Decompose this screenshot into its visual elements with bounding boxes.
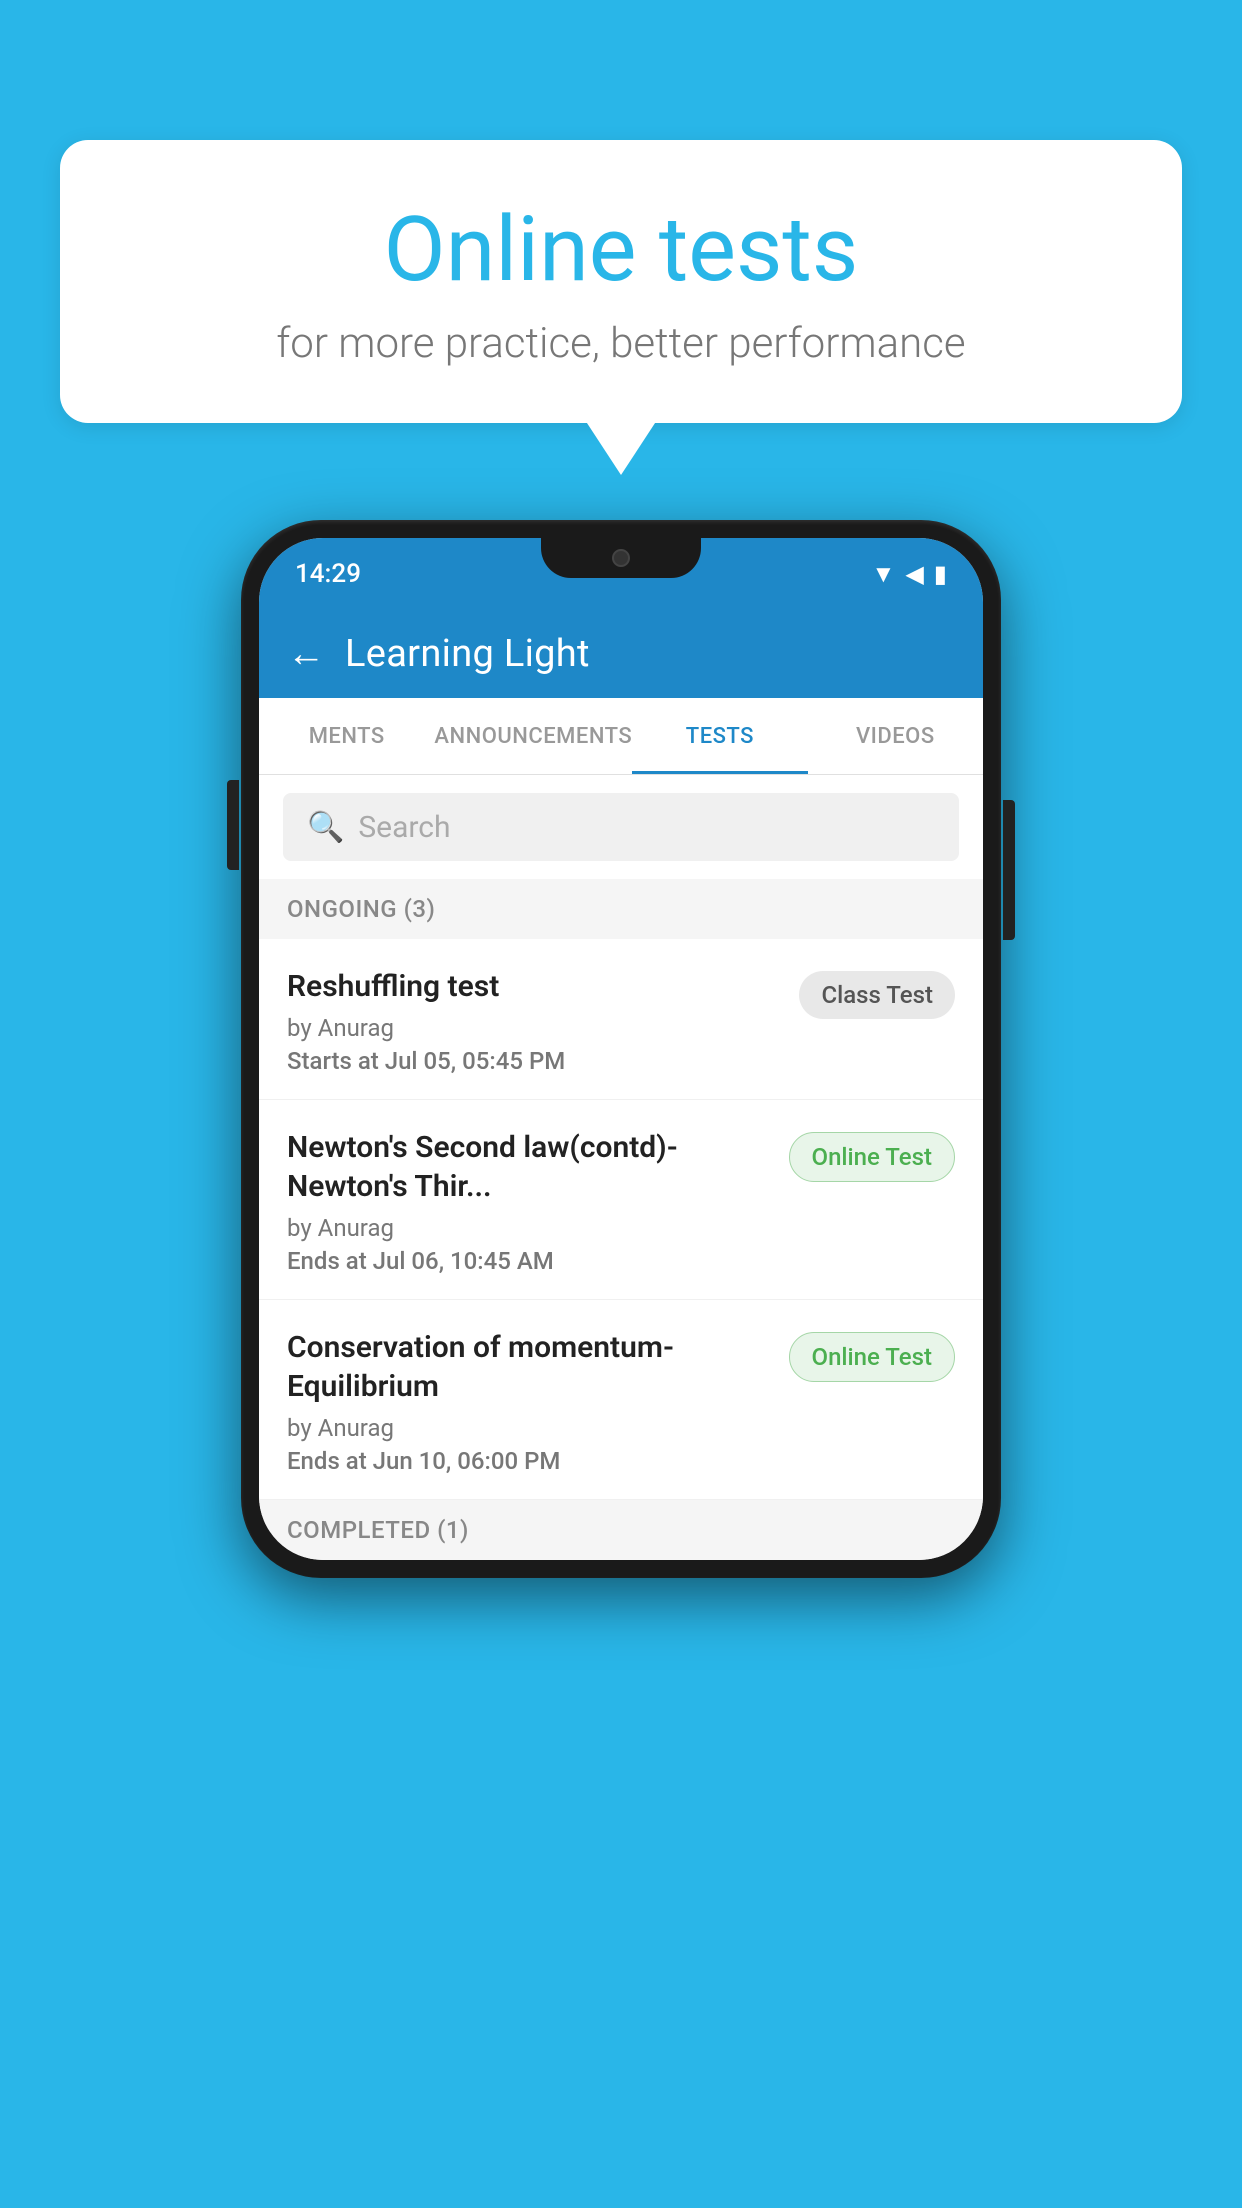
back-button[interactable]: ← [287, 632, 325, 676]
test-item[interactable]: Reshuffling test by Anurag Starts at Jul… [259, 939, 983, 1100]
speech-bubble-container: Online tests for more practice, better p… [60, 140, 1182, 423]
test-badge-class: Class Test [799, 971, 955, 1019]
test-list: Reshuffling test by Anurag Starts at Jul… [259, 939, 983, 1500]
app-header: ← Learning Light [259, 610, 983, 698]
test-name: Newton's Second law(contd)-Newton's Thir… [287, 1128, 769, 1206]
status-icons: ▼ ◀ ▮ [872, 560, 947, 589]
test-info: Reshuffling test by Anurag Starts at Jul… [287, 967, 799, 1075]
test-by: by Anurag [287, 1414, 769, 1442]
test-time: Starts at Jul 05, 05:45 PM [287, 1047, 779, 1075]
bubble-title: Online tests [140, 200, 1102, 299]
app-title: Learning Light [345, 632, 590, 676]
test-name: Reshuffling test [287, 967, 779, 1006]
signal-icon: ◀ [905, 560, 923, 588]
phone-wrapper: 14:29 ▼ ◀ ▮ ← Learning Light MENTS [241, 520, 1001, 1578]
completed-section-title: COMPLETED (1) [287, 1516, 469, 1544]
status-bar: 14:29 ▼ ◀ ▮ [259, 538, 983, 610]
tab-bar: MENTS ANNOUNCEMENTS TESTS VIDEOS [259, 698, 983, 775]
tab-announcements[interactable]: ANNOUNCEMENTS [434, 698, 632, 774]
test-name: Conservation of momentum-Equilibrium [287, 1328, 769, 1406]
ongoing-section-header: ONGOING (3) [259, 879, 983, 939]
tab-tests[interactable]: TESTS [632, 698, 807, 774]
test-info: Conservation of momentum-Equilibrium by … [287, 1328, 789, 1475]
notch [541, 538, 701, 578]
wifi-icon: ▼ [872, 560, 896, 589]
test-by: by Anurag [287, 1014, 779, 1042]
test-badge-online: Online Test [789, 1332, 955, 1382]
test-info: Newton's Second law(contd)-Newton's Thir… [287, 1128, 789, 1275]
phone-outer: 14:29 ▼ ◀ ▮ ← Learning Light MENTS [241, 520, 1001, 1578]
speech-bubble: Online tests for more practice, better p… [60, 140, 1182, 423]
tab-videos[interactable]: VIDEOS [808, 698, 983, 774]
tab-ments[interactable]: MENTS [259, 698, 434, 774]
test-time: Ends at Jul 06, 10:45 AM [287, 1247, 769, 1275]
search-bar[interactable]: 🔍 Search [283, 793, 959, 861]
search-icon: 🔍 [307, 810, 344, 845]
search-placeholder: Search [358, 810, 450, 845]
status-time: 14:29 [295, 559, 361, 589]
bubble-subtitle: for more practice, better performance [140, 319, 1102, 368]
test-by: by Anurag [287, 1214, 769, 1242]
test-item[interactable]: Newton's Second law(contd)-Newton's Thir… [259, 1100, 983, 1300]
test-badge-online: Online Test [789, 1132, 955, 1182]
camera [612, 549, 630, 567]
ongoing-section-title: ONGOING (3) [287, 895, 435, 923]
test-item[interactable]: Conservation of momentum-Equilibrium by … [259, 1300, 983, 1500]
completed-section-header: COMPLETED (1) [259, 1500, 983, 1560]
battery-icon: ▮ [934, 560, 947, 588]
search-container: 🔍 Search [259, 775, 983, 879]
test-time: Ends at Jun 10, 06:00 PM [287, 1447, 769, 1475]
phone-screen: 14:29 ▼ ◀ ▮ ← Learning Light MENTS [259, 538, 983, 1560]
